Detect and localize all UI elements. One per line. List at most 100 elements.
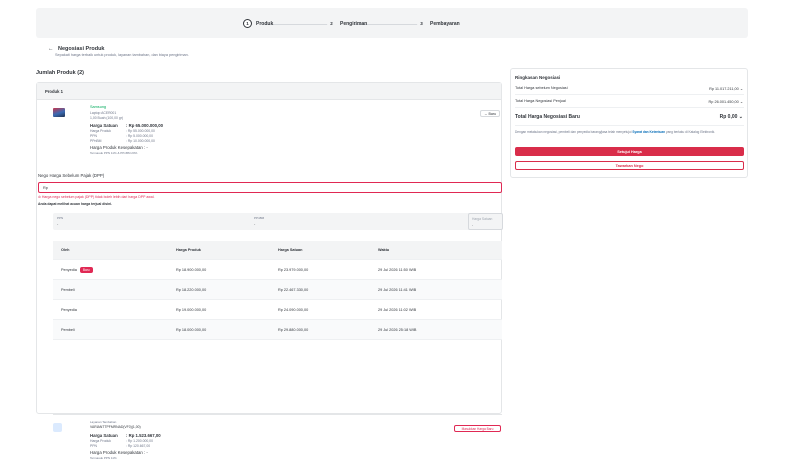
disclaimer-part: Dengan melakukan negosiasi, pembeli dan … — [515, 130, 632, 134]
product-qty: 1,00 Buah (100,00 gr) — [90, 116, 123, 120]
disclaimer-part: yang berlaku — [665, 130, 685, 134]
total-value-group[interactable]: Rp 0,00 ⌄ — [720, 114, 743, 120]
ppn-label: PPN — [90, 134, 97, 138]
summary-title: Ringkasan Negosiasi — [515, 75, 561, 80]
harga-produk-value: : Rp 55.000.000,00 — [126, 129, 155, 133]
divider — [515, 94, 744, 95]
cell-oleh: Penyedia — [61, 307, 77, 312]
table-row: Penyedia Rp 19.000.000,00 Rp 24.090.000,… — [53, 300, 502, 320]
chevron-down-icon: ⌄ — [739, 100, 743, 104]
nego-hint[interactable]: Anda dapat melihat acuan harga terjual d… — [38, 202, 112, 206]
ppnbm-field-value: - — [254, 222, 256, 226]
cell-harga-produk: Rp 19.000.000,00 — [176, 307, 207, 312]
setujui-harga-button[interactable]: Setujui Harga — [515, 147, 744, 156]
summary-row-value-group[interactable]: Rp 11.017.211,00 ⌄ — [709, 86, 743, 91]
step-label: Pembayaran — [430, 20, 460, 27]
cell-waktu: 29 Jul 2026 25:18 WIB — [378, 327, 417, 332]
step-produk: 1 Produk — [243, 19, 273, 28]
stepper-bar — [36, 8, 748, 38]
step-number: 3 — [417, 19, 426, 28]
total-value: Rp 0,00 — [719, 114, 738, 120]
swap-icon: ↔ — [483, 111, 488, 116]
terms-link[interactable]: Syarat dan Ketentuan — [632, 130, 665, 134]
total-label: Total Harga Negosiasi Baru — [515, 114, 580, 120]
nego-price-input[interactable]: Rp — [38, 182, 502, 193]
step-number: 2 — [327, 19, 336, 28]
addon-title: Layanan Tambahan — [90, 420, 117, 424]
baru-button-label: Baru — [488, 111, 497, 116]
ppn-value: : Rp 5.000.000,00 — [126, 134, 153, 138]
summary-row-label: Total Harga sebelum Negosiasi — [515, 86, 568, 90]
col-harga-produk: Harga Produk — [176, 248, 201, 252]
cell-harga-satuan: Rp 29.880.000,00 — [278, 327, 309, 332]
addon-kesepakatan-label: Harga Produk Kesepakatan — [90, 450, 143, 455]
tawarkan-nego-button[interactable]: Tawarkan Nego — [515, 161, 744, 170]
summary-row-value-group[interactable]: Rp 26.001.450,00 ⌄ — [709, 99, 743, 104]
masukkan-harga-baru-button[interactable]: Masukkan Harga Baru — [454, 425, 501, 432]
cell-waktu: 29 Jul 2026 11:41 WIB — [378, 287, 417, 292]
addon-harga-satuan-value: : Rp 1.523.667,00 — [126, 433, 161, 438]
addon-kesepakatan-note: Termasuk PPN 11% — [90, 456, 117, 460]
nego-label: Nego Harga Sebelum Pajak (DPP) — [38, 173, 105, 178]
chevron-down-icon: ⌄ — [739, 87, 743, 91]
cell-waktu: 29 Jul 2026 11:02 WIB — [378, 307, 417, 312]
ppnbm-label: PPnBM — [90, 139, 102, 143]
addon-harga-produk-label: Harga Produk — [90, 439, 111, 443]
tax-fields-row — [53, 213, 485, 230]
col-waktu: Waktu — [378, 248, 390, 252]
cell-harga-satuan: Rp 23.979.000,00 — [278, 267, 309, 272]
ppnbm-value: : Rp 10.000.000,00 — [126, 139, 155, 143]
product-card-header: Produk 1 — [37, 83, 501, 100]
harga-baru-label: Harga Satuan — [472, 217, 493, 221]
kesepakatan-note: Termasuk PPN 11% & PPnBM 20% — [90, 151, 138, 155]
nego-error-text: ⊘ Harga nego sebelum pajak (DPP) tidak b… — [38, 195, 155, 199]
cell-waktu: 29 Jul 2026 11:50 WIB — [378, 267, 417, 272]
cell-oleh: Pembeli — [61, 327, 75, 332]
addon-ppn-value: : Rp 120.667,00 — [126, 444, 151, 448]
kesepakatan-value: : - — [144, 145, 148, 150]
oleh-text: Penyedia — [61, 267, 77, 272]
step-label: Pengiriman — [340, 20, 368, 27]
step-pengiriman: 2 Pengiriman — [327, 19, 367, 28]
cell-harga-produk: Rp 18.000.000,00 — [176, 327, 207, 332]
cell-harga-satuan: Rp 22.467.330,00 — [278, 287, 309, 292]
step-pembayaran: 3 Pembayaran — [417, 19, 460, 28]
col-harga-satuan: Harga Satuan — [278, 248, 303, 252]
baru-button[interactable]: ↔ Baru — [480, 110, 500, 117]
negotiation-summary-panel: Ringkasan Negosiasi Total Harga sebelum … — [510, 68, 748, 178]
table-row: Penyedia Baru Rp 18.900.000,00 Rp 23.979.… — [53, 260, 502, 280]
divider — [515, 125, 744, 126]
step-number: 1 — [243, 19, 252, 28]
harga-produk-label: Harga Produk — [90, 129, 111, 133]
table-header-row: Oleh Harga Produk Harga Satuan Waktu — [53, 241, 502, 260]
addon-service-icon — [53, 423, 62, 432]
back-arrow-icon[interactable]: ← — [48, 46, 54, 52]
chevron-down-icon: ⌄ — [738, 114, 743, 120]
step-label: Produk — [256, 20, 274, 27]
divider — [53, 414, 502, 415]
stepper-line — [264, 24, 330, 25]
product-card: Produk 1 Samsung Laptop ACER001 1,00 Bua… — [36, 82, 503, 460]
summary-row-label: Total Harga Negosiasi Penjual — [515, 99, 566, 103]
table-row: Pembeli Rp 18.000.000,00 Rp 29.880.000,0… — [53, 320, 502, 340]
harga-baru-value: - — [472, 223, 474, 227]
disclaimer-part: di Katalog Elektronik. — [685, 130, 716, 134]
harga-satuan-value: : Rp 65.000.000,00 — [126, 123, 164, 128]
table-row: Pembeli Rp 18.220.000,00 Rp 22.467.330,0… — [53, 280, 502, 300]
ppn-field-label: PPN — [57, 216, 64, 220]
cell-oleh: Penyedia Baru — [53, 266, 168, 273]
product-name[interactable]: Samsung — [90, 105, 106, 109]
cell-oleh: Pembeli — [61, 287, 75, 292]
disclaimer-text: Dengan melakukan negosiasi, pembeli dan … — [515, 130, 744, 135]
harga-satuan-label: Harga Satuan — [90, 123, 118, 128]
addon-name: VARIANTTPFMRNAD(VF0)(1,00) — [90, 425, 141, 429]
cell-harga-produk: Rp 18.220.000,00 — [176, 287, 207, 292]
page-title: Negosiasi Produk — [58, 46, 105, 52]
kesepakatan-label: Harga Produk Kesepakatan — [90, 145, 143, 150]
product-variant: Laptop ACER001 — [90, 111, 117, 115]
divider — [515, 107, 744, 108]
page-header: ← Negosiasi Produk — [48, 46, 105, 52]
product-thumbnail — [53, 108, 65, 117]
harga-baru-field[interactable]: Harga Satuan - — [468, 213, 503, 230]
ppn-field-value: - — [57, 222, 59, 226]
